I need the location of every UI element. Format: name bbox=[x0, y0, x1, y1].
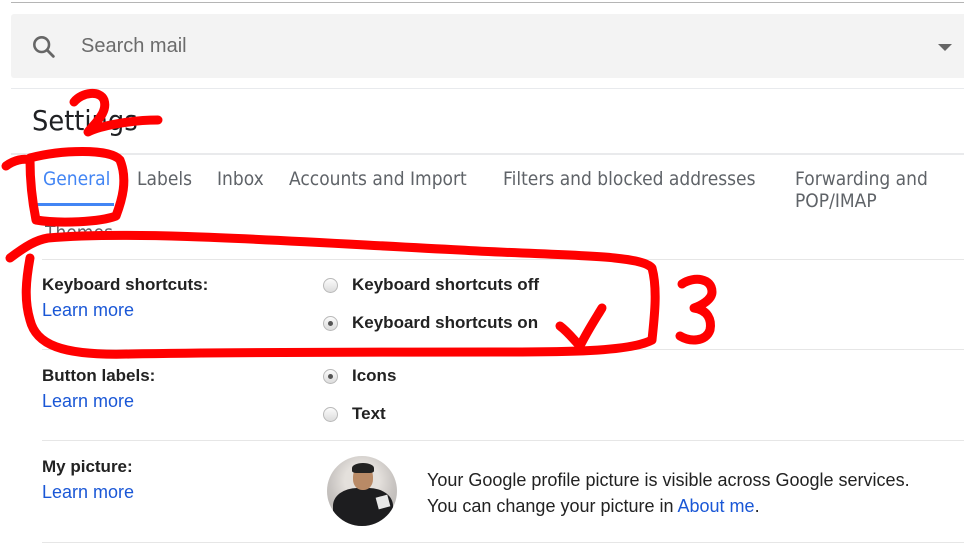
radio-button-checked[interactable] bbox=[323, 368, 338, 384]
row-divider bbox=[42, 259, 964, 260]
radio-button[interactable] bbox=[323, 406, 338, 422]
row-divider bbox=[42, 349, 964, 350]
picture-text-line2: You can change your picture in About me. bbox=[427, 493, 910, 519]
search-options-button[interactable] bbox=[930, 36, 960, 58]
annotation-checkmark bbox=[555, 303, 607, 351]
tab-filters-and-blocked-addresses[interactable]: Filters and blocked addresses bbox=[503, 168, 755, 190]
radio-label: Keyboard shortcuts on bbox=[352, 313, 539, 332]
tabs-divider bbox=[11, 153, 964, 155]
annotation-number-3 bbox=[675, 274, 717, 345]
keyboard-shortcuts-on-option[interactable]: Keyboard shortcuts on bbox=[323, 313, 538, 333]
annotation-number-1 bbox=[1, 154, 35, 171]
tab-labels[interactable]: Labels bbox=[137, 168, 192, 190]
button-labels-text-option[interactable]: Text bbox=[323, 404, 386, 424]
tab-themes[interactable]: Themes bbox=[45, 222, 113, 242]
tab-inbox[interactable]: Inbox bbox=[217, 168, 264, 190]
divider bbox=[11, 88, 964, 89]
my-picture-learn-more-link[interactable]: Learn more bbox=[42, 482, 134, 503]
row-divider bbox=[42, 542, 964, 543]
tab-forwarding-and-pop-imap[interactable]: Forwarding and POP/IMAP bbox=[795, 168, 947, 212]
caret-down-icon bbox=[938, 43, 952, 51]
search-icon[interactable] bbox=[30, 33, 58, 61]
active-tab-indicator bbox=[32, 203, 114, 206]
about-me-link[interactable]: About me bbox=[678, 496, 755, 516]
profile-avatar[interactable] bbox=[327, 456, 397, 526]
picture-text-line1: Your Google profile picture is visible a… bbox=[427, 470, 910, 490]
radio-label: Icons bbox=[352, 366, 397, 385]
page-title: Settings bbox=[32, 104, 138, 137]
keyboard-shortcuts-learn-more-link[interactable]: Learn more bbox=[42, 300, 134, 321]
picture-text-prefix: You can change your picture in bbox=[427, 496, 678, 516]
button-labels-label: Button labels: bbox=[42, 366, 156, 385]
top-divider bbox=[11, 2, 964, 3]
radio-label: Text bbox=[352, 404, 386, 423]
radio-label: Keyboard shortcuts off bbox=[352, 275, 540, 294]
radio-button[interactable] bbox=[323, 277, 338, 293]
radio-button-checked[interactable] bbox=[323, 315, 338, 331]
avatar-hair bbox=[352, 463, 374, 473]
keyboard-shortcuts-off-option[interactable]: Keyboard shortcuts off bbox=[323, 275, 539, 295]
profile-picture-description: Your Google profile picture is visible a… bbox=[427, 467, 910, 519]
annotation-overlay bbox=[1, 89, 717, 359]
row-divider bbox=[42, 440, 964, 441]
tab-accounts-and-import[interactable]: Accounts and Import bbox=[289, 168, 467, 190]
tab-general[interactable]: General bbox=[43, 168, 110, 190]
button-labels-icons-option[interactable]: Icons bbox=[323, 366, 396, 386]
keyboard-shortcuts-label: Keyboard shortcuts: bbox=[42, 275, 209, 294]
picture-text-suffix: . bbox=[754, 496, 760, 516]
search-input[interactable] bbox=[81, 30, 881, 62]
button-labels-learn-more-link[interactable]: Learn more bbox=[42, 391, 134, 412]
my-picture-label: My picture: bbox=[42, 457, 133, 476]
